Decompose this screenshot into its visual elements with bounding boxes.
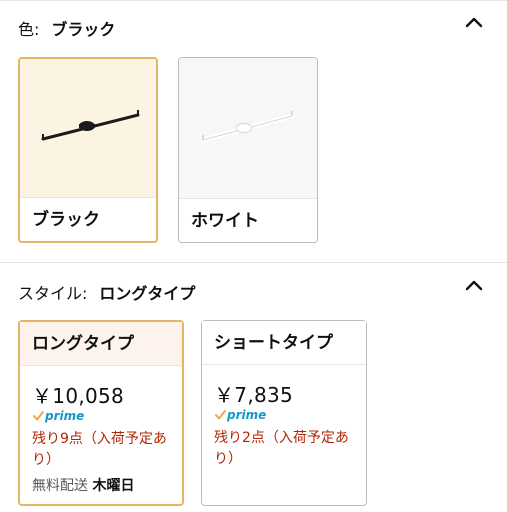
- style-label: スタイル:: [18, 284, 88, 303]
- style-option-title: ショートタイプ: [202, 321, 366, 365]
- style-option-title: ロングタイプ: [20, 322, 182, 366]
- style-option-short[interactable]: ショートタイプ ￥7,835 prime 残り2点（入荷予定あり）: [201, 320, 367, 506]
- prime-check-icon: [215, 410, 226, 420]
- color-header: 色: ブラック: [18, 16, 115, 40]
- stock-status: 残り9点（入荷予定あり）: [32, 431, 167, 468]
- style-selected-value: ロングタイプ: [99, 284, 196, 303]
- chevron-up-icon[interactable]: [464, 278, 484, 292]
- prime-badge: prime: [214, 408, 266, 422]
- black-rail-image: [20, 59, 156, 199]
- shipping-day: 木曜日: [92, 478, 135, 494]
- prime-label: prime: [227, 408, 267, 422]
- color-option-white[interactable]: ホワイト: [178, 57, 318, 243]
- price: ￥10,058: [32, 384, 125, 408]
- color-option-label: ホワイト: [179, 198, 317, 242]
- color-label: 色:: [18, 20, 40, 39]
- chevron-up-icon[interactable]: [464, 15, 484, 29]
- shipping-info: 無料配送 木曜日: [32, 475, 134, 495]
- color-option-black[interactable]: ブラック: [18, 57, 158, 243]
- section-divider: [0, 262, 507, 263]
- style-header: スタイル: ロングタイプ: [18, 280, 195, 304]
- prime-check-icon: [33, 411, 44, 421]
- stock-status: 残り2点（入荷予定あり）: [214, 430, 349, 467]
- color-selected-value: ブラック: [51, 20, 116, 39]
- prime-badge: prime: [32, 409, 84, 423]
- price: ￥7,835: [214, 383, 294, 407]
- shipping-label: 無料配送: [32, 478, 88, 494]
- color-option-label: ブラック: [20, 197, 156, 241]
- style-option-long[interactable]: ロングタイプ ￥10,058 prime 残り9点（入荷予定あり） 無料配送 木…: [18, 320, 184, 506]
- top-border: [0, 0, 507, 1]
- white-rail-image: [179, 58, 317, 198]
- prime-label: prime: [45, 409, 85, 423]
